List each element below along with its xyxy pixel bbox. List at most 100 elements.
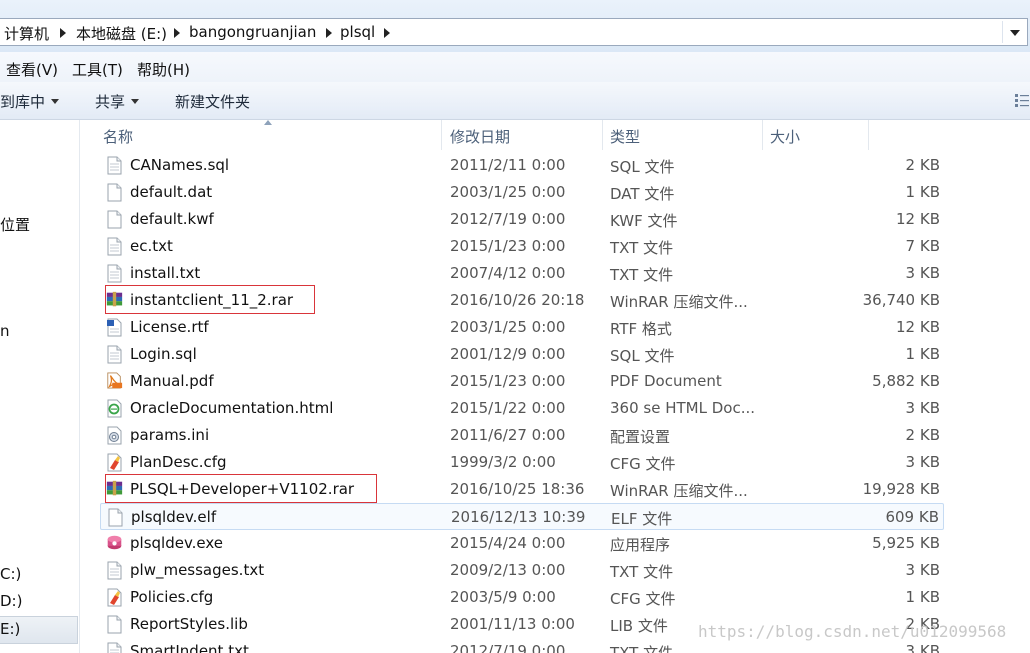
file-name: PlanDesc.cfg bbox=[130, 453, 227, 471]
file-row[interactable]: default.kwf 2012/7/19 0:00 KWF 文件 12 KB bbox=[100, 206, 944, 233]
nav-item-locations[interactable]: 位置 bbox=[0, 214, 30, 235]
text-file-icon bbox=[106, 264, 123, 283]
breadcrumb-computer[interactable]: 计算机 bbox=[4, 23, 49, 44]
file-size: 5,882 KB bbox=[872, 372, 940, 390]
file-type: WinRAR 压缩文件... bbox=[610, 293, 748, 311]
column-divider[interactable] bbox=[868, 120, 869, 150]
file-modified-date: 2009/2/13 0:00 bbox=[450, 561, 566, 579]
file-name: default.kwf bbox=[130, 210, 214, 228]
navigation-pane: 位置 n C:) D:) E:) bbox=[0, 120, 80, 653]
text-file-icon bbox=[106, 642, 123, 653]
share-button[interactable]: 共享 bbox=[95, 91, 140, 112]
file-modified-date: 2011/2/11 0:00 bbox=[450, 156, 566, 174]
column-header-size[interactable]: 大小 bbox=[770, 126, 800, 147]
file-type: TXT 文件 bbox=[610, 563, 674, 581]
file-type: KWF 文件 bbox=[610, 212, 678, 230]
file-modified-date: 2003/5/9 0:00 bbox=[450, 588, 556, 606]
file-modified-date: 2003/1/25 0:00 bbox=[450, 183, 566, 201]
file-name: Manual.pdf bbox=[130, 372, 214, 390]
column-header-date[interactable]: 修改日期 bbox=[450, 126, 510, 147]
file-row[interactable]: Login.sql 2001/12/9 0:00 SQL 文件 1 KB bbox=[100, 341, 944, 368]
file-size: 7 KB bbox=[905, 237, 940, 255]
nav-item-drive-e[interactable]: E:) bbox=[0, 620, 20, 638]
breadcrumb-local-disk-e[interactable]: 本地磁盘 (E:) bbox=[76, 23, 167, 44]
file-name: CANames.sql bbox=[130, 156, 230, 174]
file-row[interactable]: PlanDesc.cfg 1999/3/2 0:00 CFG 文件 3 KB bbox=[100, 449, 944, 476]
command-toolbar: 到库中 共享 新建文件夹 bbox=[0, 82, 1030, 120]
share-label: 共享 bbox=[95, 93, 126, 111]
file-modified-date: 2015/1/22 0:00 bbox=[450, 399, 566, 417]
menu-help[interactable]: 帮助(H) bbox=[137, 59, 190, 80]
view-options-icon[interactable] bbox=[1014, 92, 1030, 108]
file-row[interactable]: plsqldev.elf 2016/12/13 10:39 ELF 文件 609 KB bbox=[100, 503, 944, 530]
file-row[interactable]: CANames.sql 2011/2/11 0:00 SQL 文件 2 KB bbox=[100, 152, 944, 179]
file-type: TXT 文件 bbox=[610, 239, 674, 257]
column-header-type[interactable]: 类型 bbox=[610, 126, 640, 147]
file-modified-date: 1999/3/2 0:00 bbox=[450, 453, 556, 471]
file-row[interactable]: default.dat 2003/1/25 0:00 DAT 文件 1 KB bbox=[100, 179, 944, 206]
file-type: CFG 文件 bbox=[610, 455, 676, 473]
nav-item-drive-d[interactable]: D:) bbox=[0, 592, 22, 610]
file-size: 12 KB bbox=[896, 210, 940, 228]
include-in-library-label: 到库中 bbox=[0, 93, 46, 111]
file-type: 360 se HTML Doc... bbox=[610, 399, 755, 417]
file-type: SQL 文件 bbox=[610, 158, 675, 176]
file-row[interactable]: params.ini 2011/6/27 0:00 配置设置 2 KB bbox=[100, 422, 944, 449]
exe-app-icon bbox=[106, 534, 123, 553]
column-header-name[interactable]: 名称 bbox=[103, 126, 133, 147]
file-row[interactable]: Manual.pdf 2015/1/23 0:00 PDF Document 5,88… bbox=[100, 368, 944, 395]
file-name: SmartIndent.txt bbox=[130, 642, 249, 653]
menu-bar: 查看(V) 工具(T) 帮助(H) bbox=[0, 52, 1030, 82]
breadcrumb-plsql[interactable]: plsql bbox=[340, 23, 375, 41]
address-bar[interactable]: 计算机 本地磁盘 (E:) bangongruanjian plsql bbox=[0, 18, 1028, 46]
file-type: TXT 文件 bbox=[610, 266, 674, 284]
file-size: 2 KB bbox=[905, 426, 940, 444]
menu-tools[interactable]: 工具(T) bbox=[72, 59, 123, 80]
menu-view[interactable]: 查看(V) bbox=[6, 59, 58, 80]
breadcrumb-arrow-icon[interactable] bbox=[60, 28, 66, 38]
file-row[interactable]: install.txt 2007/4/12 0:00 TXT 文件 3 KB bbox=[100, 260, 944, 287]
file-size: 2 KB bbox=[905, 156, 940, 174]
file-row[interactable]: PLSQL+Developer+V1102.rar 2016/10/25 18:3… bbox=[100, 476, 944, 503]
file-type: WinRAR 压缩文件... bbox=[610, 482, 748, 500]
text-file-icon bbox=[106, 561, 123, 580]
include-in-library-button[interactable]: 到库中 bbox=[0, 91, 60, 112]
breadcrumb-arrow-icon[interactable] bbox=[384, 28, 390, 38]
file-size: 12 KB bbox=[896, 318, 940, 336]
file-type: DAT 文件 bbox=[610, 185, 675, 203]
file-type: 应用程序 bbox=[610, 536, 671, 554]
file-name: PLSQL+Developer+V1102.rar bbox=[130, 480, 355, 498]
file-name: Login.sql bbox=[130, 345, 197, 363]
column-divider[interactable] bbox=[602, 120, 603, 150]
file-type: LIB 文件 bbox=[610, 617, 668, 635]
file-row[interactable]: ec.txt 2015/1/23 0:00 TXT 文件 7 KB bbox=[100, 233, 944, 260]
file-size: 1 KB bbox=[905, 183, 940, 201]
breadcrumb-bangongruanjian[interactable]: bangongruanjian bbox=[189, 23, 316, 41]
nav-item-partial[interactable]: n bbox=[0, 322, 10, 340]
file-modified-date: 2012/7/19 0:00 bbox=[450, 642, 566, 653]
file-type: TXT 文件 bbox=[610, 644, 674, 653]
breadcrumb-arrow-icon[interactable] bbox=[326, 28, 332, 38]
blank-file-icon bbox=[106, 183, 123, 202]
nav-item-drive-c[interactable]: C:) bbox=[0, 565, 21, 583]
file-row[interactable]: plw_messages.txt 2009/2/13 0:00 TXT 文件 3 KB bbox=[100, 557, 944, 584]
column-divider[interactable] bbox=[762, 120, 763, 150]
new-folder-button[interactable]: 新建文件夹 bbox=[175, 91, 250, 112]
file-row[interactable]: instantclient_11_2.rar 2016/10/26 20:18 Wi… bbox=[100, 287, 944, 314]
watermark-text: https://blog.csdn.net/u012099568 bbox=[698, 622, 1007, 641]
file-row[interactable]: OracleDocumentation.html 2015/1/22 0:00 36… bbox=[100, 395, 944, 422]
ini-settings-icon bbox=[106, 426, 123, 445]
column-divider[interactable] bbox=[441, 120, 442, 150]
file-row[interactable]: License.rtf 2003/1/25 0:00 RTF 格式 12 KB bbox=[100, 314, 944, 341]
file-name: ReportStyles.lib bbox=[130, 615, 248, 633]
file-modified-date: 2016/10/25 18:36 bbox=[450, 480, 585, 498]
file-row[interactable]: plsqldev.exe 2015/4/24 0:00 应用程序 5,925 KB bbox=[100, 530, 944, 557]
address-history-dropdown-icon[interactable] bbox=[1002, 21, 1025, 43]
file-modified-date: 2016/10/26 20:18 bbox=[450, 291, 585, 309]
file-name: License.rtf bbox=[130, 318, 209, 336]
file-size: 36,740 KB bbox=[862, 291, 940, 309]
text-file-icon bbox=[106, 156, 123, 175]
breadcrumb-arrow-icon[interactable] bbox=[174, 28, 180, 38]
html-file-icon bbox=[106, 399, 123, 418]
file-row[interactable]: Policies.cfg 2003/5/9 0:00 CFG 文件 1 KB bbox=[100, 584, 944, 611]
